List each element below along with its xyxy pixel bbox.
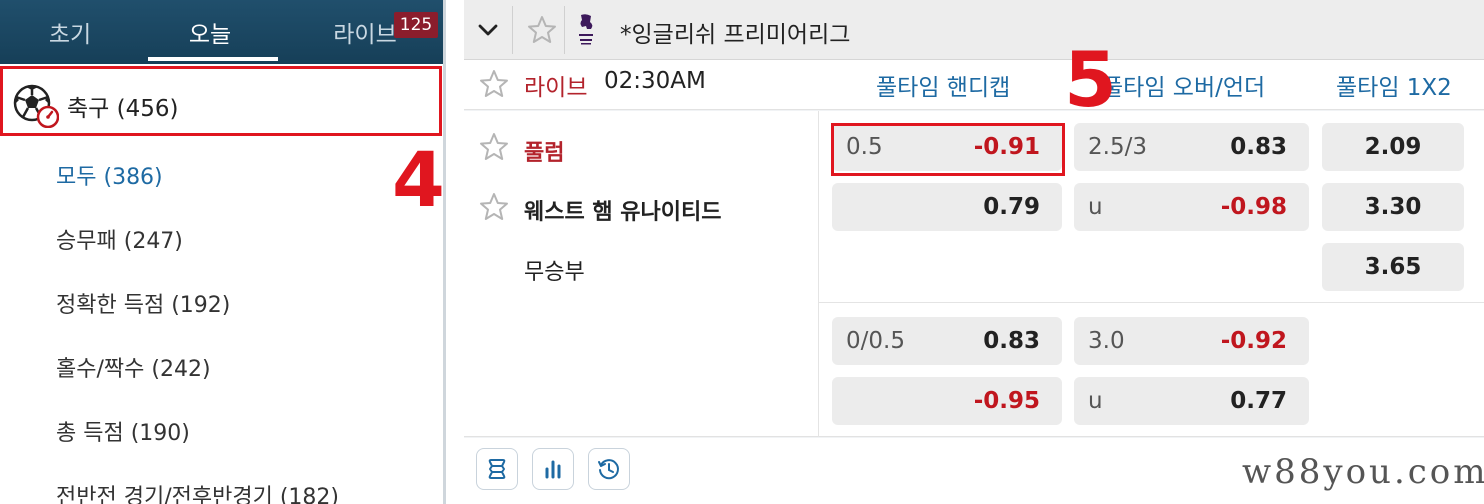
tab-today-label: 오늘 [188, 22, 232, 48]
category-odd-even[interactable]: 홀수/짝수 (242) [56, 351, 211, 383]
category-count: (386) [103, 165, 163, 190]
tab-early[interactable]: 초기 [0, 0, 140, 64]
draw-label: 무승부 [524, 260, 585, 285]
list-layout-button[interactable] [476, 448, 518, 490]
category-all[interactable]: 모두 (386) [56, 159, 163, 191]
category-correct-score[interactable]: 정확한 득점 (192) [56, 287, 230, 319]
panel-footer: w88you.com [464, 438, 1484, 504]
category-count: (182) [279, 485, 339, 504]
league-name: *잉글리쉬 프리미어리그 [620, 22, 851, 48]
odds-panel: *잉글리쉬 프리미어리그 라이브 02:30AM 풀타임 핸디캡 풀타임 오버/… [464, 0, 1484, 504]
under-label: u [1088, 194, 1103, 220]
category-label: 모두 [56, 165, 97, 190]
1x2-away-odds[interactable]: 3.30 [1322, 183, 1464, 231]
watermark: w88you.com [1242, 452, 1484, 492]
star-outline-icon[interactable] [478, 191, 510, 223]
annotation-step-4: 4 [392, 135, 445, 224]
under-label: u [1088, 388, 1103, 414]
odds-value: 2.09 [1364, 134, 1422, 160]
category-label: 정확한 득점 [56, 293, 165, 318]
divider [564, 6, 565, 54]
sport-count: (456) [116, 96, 179, 122]
column-header-1x2: 풀타임 1X2 [1336, 75, 1452, 101]
soccer-ball-timer-icon [13, 84, 59, 128]
star-outline-icon[interactable] [478, 131, 510, 163]
odds-value: 0.77 [1230, 388, 1287, 414]
over-odds-alt[interactable]: 3.0 -0.92 [1074, 317, 1309, 365]
away-team-name: 웨스트 햄 유나이티드 [524, 200, 722, 225]
category-label: 총 득점 [56, 421, 124, 446]
star-outline-icon[interactable] [526, 14, 558, 46]
odds-value: -0.98 [1220, 194, 1287, 220]
statistics-button[interactable] [532, 448, 574, 490]
highlight-box-step5 [831, 123, 1065, 176]
odds-value: 0.83 [1230, 134, 1287, 160]
over-odds[interactable]: 2.5/3 0.83 [1074, 123, 1309, 171]
annotation-step-5: 5 [1064, 35, 1117, 124]
live-label: 라이브 [524, 75, 588, 101]
star-outline-icon[interactable] [478, 68, 510, 100]
odds-value: 0.79 [983, 194, 1040, 220]
handicap-line: 0/0.5 [846, 328, 905, 354]
match-body: 풀럼 웨스트 햄 유나이티드 무승부 0.5 -0.91 0.79 2.5/3 … [464, 111, 1484, 437]
odds-value: 3.30 [1364, 194, 1422, 220]
divider [512, 6, 513, 54]
category-count: (242) [151, 357, 211, 382]
handicap-away-odds-alt[interactable]: -0.95 [832, 377, 1062, 425]
match-time: 02:30AM [604, 68, 706, 94]
under-odds-alt[interactable]: u 0.77 [1074, 377, 1309, 425]
1x2-home-odds[interactable]: 2.09 [1322, 123, 1464, 171]
row-divider [818, 302, 1484, 303]
period-tabs: 초기 오늘 라이브 125 [0, 0, 443, 64]
sport-label: 축구 (456) [67, 89, 179, 123]
category-1x2[interactable]: 승무패 (247) [56, 223, 183, 255]
odds-value: 0.83 [983, 328, 1040, 354]
bar-chart-icon [545, 460, 561, 479]
odds-value: -0.95 [973, 388, 1040, 414]
column-divider [818, 111, 819, 437]
category-count: (190) [130, 421, 190, 446]
column-header-handicap: 풀타임 핸디캡 [876, 75, 1011, 101]
category-label: 홀수/짝수 [56, 357, 145, 382]
odds-value: -0.92 [1220, 328, 1287, 354]
home-team-name: 풀럼 [524, 141, 565, 166]
category-label: 전반전 경기/전후반경기 [56, 485, 273, 504]
category-label: 승무패 [56, 229, 117, 254]
sport-sidebar: 초기 오늘 라이브 125 축구 (456) 모두 (386) 승무패 (247… [0, 0, 446, 504]
total-line: 3.0 [1088, 328, 1125, 354]
clock-history-icon [598, 459, 619, 480]
sport-soccer-row[interactable]: 축구 (456) [0, 66, 442, 136]
total-line: 2.5/3 [1088, 134, 1147, 160]
category-total-goals[interactable]: 총 득점 (190) [56, 415, 190, 447]
tab-today[interactable]: 오늘 [140, 0, 280, 64]
live-count-badge: 125 [394, 12, 438, 38]
column-header-over-under: 풀타임 오버/언더 [1102, 75, 1266, 101]
1x2-draw-odds[interactable]: 3.65 [1322, 243, 1464, 291]
under-odds[interactable]: u -0.98 [1074, 183, 1309, 231]
league-header: *잉글리쉬 프리미어리그 [464, 0, 1484, 60]
handicap-home-odds-alt[interactable]: 0/0.5 0.83 [832, 317, 1062, 365]
active-tab-underline [148, 57, 278, 61]
sport-name: 축구 [67, 96, 110, 122]
match-header-row: 라이브 02:30AM 풀타임 핸디캡 풀타임 오버/언더 풀타임 1X2 [464, 60, 1484, 110]
category-count: (247) [123, 229, 183, 254]
odds-value: 3.65 [1364, 254, 1422, 280]
category-half-time-full-time[interactable]: 전반전 경기/전후반경기 (182) [56, 479, 339, 504]
chevron-down-icon[interactable] [472, 14, 504, 46]
handicap-away-odds[interactable]: 0.79 [832, 183, 1062, 231]
premier-league-logo [579, 14, 593, 45]
category-count: (192) [171, 293, 231, 318]
list-layout-icon [488, 459, 506, 479]
history-button[interactable] [588, 448, 630, 490]
